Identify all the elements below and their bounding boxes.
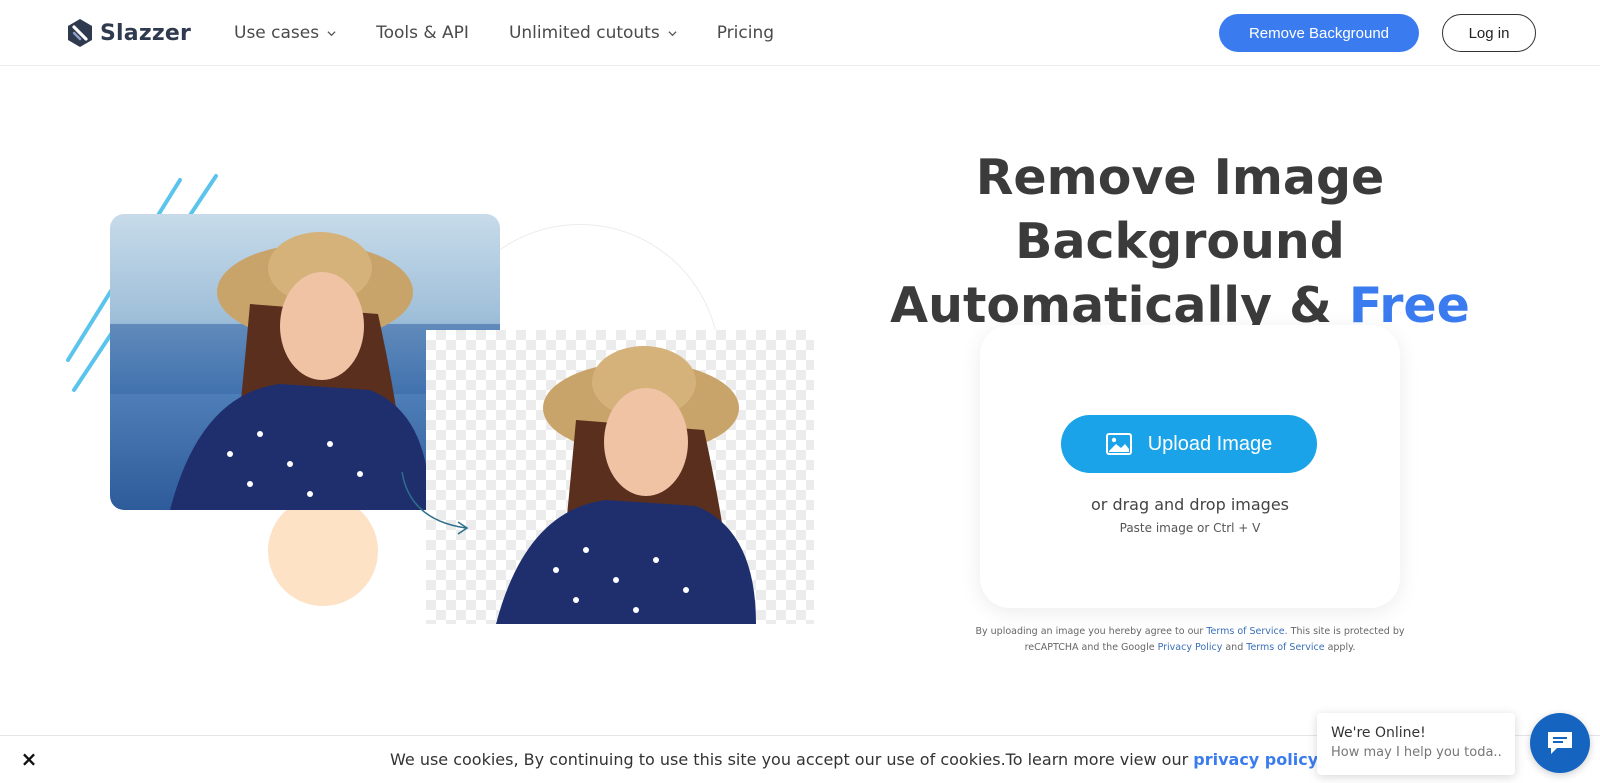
chevron-down-icon bbox=[668, 30, 677, 36]
nav-item-use-cases[interactable]: Use cases bbox=[234, 23, 336, 43]
slazzer-logo-icon bbox=[68, 19, 92, 47]
paste-hint: Paste image or Ctrl + V bbox=[1119, 521, 1261, 535]
upload-dropzone[interactable]: Upload Image or drag and drop images Pas… bbox=[980, 325, 1400, 608]
brand-name: Slazzer bbox=[100, 20, 192, 46]
decorative-circle bbox=[268, 496, 378, 606]
upload-button-label: Upload Image bbox=[1147, 432, 1273, 455]
nav-item-label: Pricing bbox=[716, 23, 775, 43]
cutout-photo bbox=[426, 330, 814, 624]
nav-item-unlimited-cutouts[interactable]: Unlimited cutouts bbox=[509, 23, 677, 43]
woman-cutout-photo bbox=[496, 346, 756, 624]
terms-of-service-link[interactable]: Terms of Service bbox=[1206, 626, 1284, 637]
upload-image-button[interactable]: Upload Image bbox=[1061, 415, 1317, 473]
nav-item-label: Tools & API bbox=[376, 23, 469, 43]
cookie-privacy-link[interactable]: privacy policy. bbox=[1193, 750, 1322, 769]
cookie-text: We use cookies, By continuing to use thi… bbox=[390, 750, 1194, 769]
drag-drop-text: or drag and drop images bbox=[1090, 495, 1289, 514]
cookie-message: We use cookies, By continuing to use thi… bbox=[390, 750, 1323, 769]
terms-notice: By uploading an image you hereby agree t… bbox=[960, 624, 1420, 656]
google-terms-link[interactable]: Terms of Service bbox=[1246, 642, 1324, 653]
hero-title-line1: Remove Image Background bbox=[975, 149, 1385, 270]
chat-title: We're Online! bbox=[1331, 725, 1426, 741]
main-nav: Use cases Tools & API Unlimited cutouts … bbox=[234, 0, 774, 66]
image-icon bbox=[1105, 433, 1132, 455]
privacy-policy-link[interactable]: Privacy Policy bbox=[1158, 642, 1223, 653]
chat-icon bbox=[1548, 732, 1572, 754]
close-icon[interactable]: × bbox=[18, 747, 40, 771]
nav-item-tools-api[interactable]: Tools & API bbox=[376, 23, 469, 43]
hero-illustration bbox=[60, 170, 820, 630]
login-button[interactable]: Log in bbox=[1442, 14, 1536, 52]
terms-text: apply. bbox=[1324, 642, 1356, 653]
site-header: Slazzer Use cases Tools & API Unlimited … bbox=[0, 0, 1600, 66]
nav-item-pricing[interactable]: Pricing bbox=[717, 23, 774, 43]
remove-background-button[interactable]: Remove Background bbox=[1219, 14, 1419, 52]
nav-item-label: Use cases bbox=[234, 23, 320, 43]
brand-logo[interactable]: Slazzer bbox=[66, 16, 191, 50]
page: Slazzer Use cases Tools & API Unlimited … bbox=[0, 0, 1600, 783]
curved-arrow-icon bbox=[401, 471, 469, 535]
chevron-down-icon bbox=[327, 30, 336, 36]
chat-subtitle: How may I help you toda... bbox=[1331, 745, 1501, 760]
chat-button[interactable] bbox=[1530, 713, 1590, 773]
hero-title: Remove Image Background Automatically & … bbox=[820, 146, 1540, 338]
terms-text: By uploading an image you hereby agree t… bbox=[975, 626, 1207, 637]
chat-greeting[interactable]: We're Online! How may I help you toda... bbox=[1317, 713, 1515, 775]
nav-item-label: Unlimited cutouts bbox=[508, 23, 660, 43]
terms-text: and bbox=[1222, 642, 1247, 653]
